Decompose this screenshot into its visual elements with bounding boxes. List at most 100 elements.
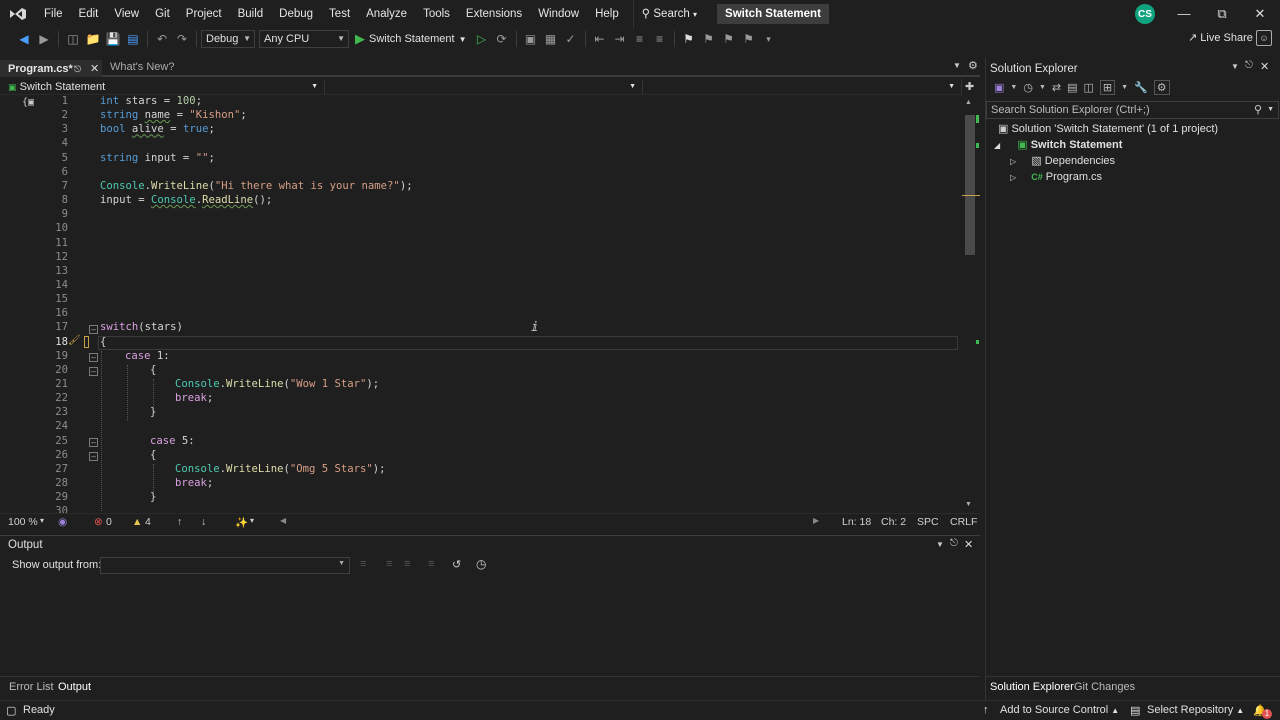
close-window-button[interactable]: ✕ [1250, 4, 1270, 24]
tab-whats-new[interactable]: What's New? [102, 58, 202, 77]
undo-icon[interactable]: ↶ [153, 30, 171, 48]
bookmark-icon[interactable]: ⚑ [680, 30, 698, 48]
line-ending-indicator[interactable]: CRLF [950, 516, 977, 528]
toolbar-options-icon[interactable]: ▾ [760, 30, 778, 48]
search-button[interactable]: ⚲ Search ▾ [632, 0, 705, 28]
menu-file[interactable]: File [36, 0, 71, 28]
comment-icon[interactable]: ≡ [631, 30, 649, 48]
previous-message-icon[interactable]: ≡ [386, 558, 392, 570]
error-icon[interactable]: ⊗ [94, 516, 103, 528]
prev-bookmark-icon[interactable]: ⚑ [700, 30, 718, 48]
next-message-icon[interactable]: ≡ [404, 558, 410, 570]
fold-toggle[interactable]: – [89, 452, 98, 461]
clock-icon[interactable]: ◷ [476, 557, 486, 571]
solution-search-input[interactable]: Search Solution Explorer (Ctrl+;) ⚲ ▼ [986, 101, 1279, 119]
chevron-down-icon[interactable]: ▼ [1010, 84, 1017, 91]
forward-icon[interactable]: ▶ [35, 30, 53, 48]
configuration-select[interactable]: Debug ▼ [201, 30, 255, 48]
tab-program-cs[interactable]: Program.cs* ⎋ ✕ [0, 58, 102, 77]
menu-build[interactable]: Build [230, 0, 272, 28]
collapsed-arrow-icon[interactable]: ▷ [1010, 173, 1016, 182]
outdent-icon[interactable]: ⇥ [611, 30, 629, 48]
sync-icon[interactable]: ⇄ [1052, 81, 1061, 94]
warning-icon[interactable]: ▲ [132, 516, 142, 528]
browse-icon[interactable]: ▣ [522, 30, 540, 48]
scroll-down-icon[interactable]: ▼ [965, 501, 972, 508]
uncomment-icon[interactable]: ≡ [651, 30, 669, 48]
editor-scrollbar[interactable]: ▲ ▼ [962, 95, 980, 513]
tab-solution-explorer[interactable]: Solution Explorer [990, 681, 1074, 693]
scroll-up-icon[interactable]: ▲ [965, 99, 972, 106]
pin-icon[interactable]: ⎋ [950, 538, 958, 549]
pin-icon[interactable]: ⎋ [1245, 60, 1253, 71]
close-icon[interactable]: ✕ [964, 538, 973, 551]
output-source-select[interactable]: ▼ [100, 557, 350, 574]
menu-window[interactable]: Window [530, 0, 587, 28]
preview-selected-icon[interactable]: ⚙ [1153, 80, 1170, 95]
split-editor-icon[interactable]: ✚ [965, 80, 974, 93]
tree-program-node[interactable]: ▷ C# Program.cs [1010, 169, 1102, 185]
scrollbar-thumb[interactable] [965, 115, 975, 255]
properties-icon[interactable]: 🔧 [1134, 81, 1148, 94]
next-bookmark-icon[interactable]: ⚑ [720, 30, 738, 48]
show-all-files-icon[interactable]: ◫ [1084, 81, 1094, 94]
quick-actions-icon[interactable]: 🖌 [68, 335, 81, 346]
pin-icon[interactable]: ⎋ [74, 60, 81, 79]
menu-tools[interactable]: Tools [415, 0, 458, 28]
previous-issue-icon[interactable]: ↑ [177, 516, 182, 528]
word-wrap-icon[interactable]: ↺ [452, 558, 461, 571]
save-all-icon[interactable]: ▤ [124, 30, 142, 48]
type-nav-select[interactable]: ▼ [325, 79, 643, 95]
line-indicator[interactable]: Ln: 18 [842, 516, 871, 528]
error-count[interactable]: 0 [106, 516, 112, 528]
copilot-icon[interactable]: ◉ [58, 516, 67, 528]
gear-icon[interactable]: ⚙ [968, 59, 978, 72]
tree-project-node[interactable]: ◢ ▣ Switch Statement [994, 137, 1122, 153]
menu-edit[interactable]: Edit [71, 0, 107, 28]
zoom-level[interactable]: 100 % [8, 516, 38, 528]
switch-views-icon[interactable]: ▣ [994, 81, 1004, 94]
new-project-icon[interactable]: ◫ [64, 30, 82, 48]
find-message-icon[interactable]: ≡ [360, 558, 366, 570]
add-source-control-button[interactable]: Add to Source Control ▲ [1000, 704, 1119, 716]
scroll-left-icon[interactable]: ◀ [280, 516, 286, 525]
filter-icon[interactable]: ⊞ [1099, 80, 1116, 95]
menu-project[interactable]: Project [178, 0, 230, 28]
restore-button[interactable]: ⧉ [1212, 4, 1232, 24]
tree-dependencies-node[interactable]: ▷ ▧ Dependencies [1010, 153, 1115, 169]
chevron-down-icon[interactable]: ▾ [40, 516, 44, 525]
menu-view[interactable]: View [106, 0, 147, 28]
tab-list-chevron-icon[interactable]: ▼ [953, 61, 961, 70]
clear-all-icon[interactable]: ≡ [428, 558, 434, 570]
menu-debug[interactable]: Debug [271, 0, 321, 28]
indent-icon[interactable]: ⇤ [591, 30, 609, 48]
tab-git-changes[interactable]: Git Changes [1074, 681, 1135, 693]
save-icon[interactable]: 💾 [104, 30, 122, 48]
platform-select[interactable]: Any CPU ▼ [259, 30, 349, 48]
char-indicator[interactable]: Ch: 2 [881, 516, 906, 528]
collapse-all-icon[interactable]: ▤ [1067, 81, 1077, 94]
start-without-debugging-icon[interactable]: ▷ [473, 30, 491, 48]
next-issue-icon[interactable]: ↓ [201, 516, 206, 528]
hot-reload-icon[interactable]: ⟳ [493, 30, 511, 48]
menu-extensions[interactable]: Extensions [458, 0, 530, 28]
warning-count[interactable]: 4 [145, 516, 151, 528]
menu-help[interactable]: Help [587, 0, 627, 28]
chevron-down-icon[interactable]: ▾ [250, 516, 254, 525]
chevron-down-icon[interactable]: ▼ [1121, 84, 1128, 91]
menu-test[interactable]: Test [321, 0, 358, 28]
fold-toggle[interactable]: – [89, 353, 98, 362]
menu-git[interactable]: Git [147, 0, 178, 28]
fold-toggle[interactable]: – [89, 438, 98, 447]
run-button[interactable]: ▶ Switch Statement ▼ [355, 31, 467, 47]
tree-solution-node[interactable]: ▣ Solution 'Switch Statement' (1 of 1 pr… [998, 121, 1218, 137]
collapsed-arrow-icon[interactable]: ▷ [1010, 157, 1016, 166]
chevron-down-icon[interactable]: ▼ [1231, 62, 1239, 71]
tab-output[interactable]: Output [58, 681, 91, 693]
code-cleanup-icon[interactable]: ✨ [235, 516, 248, 529]
member-nav-select[interactable]: ▼ [643, 79, 962, 95]
minimize-button[interactable]: — [1174, 4, 1194, 24]
layout-icon[interactable]: ▦ [542, 30, 560, 48]
back-icon[interactable]: ◀ [15, 30, 33, 48]
close-icon[interactable]: ✕ [1260, 60, 1269, 73]
